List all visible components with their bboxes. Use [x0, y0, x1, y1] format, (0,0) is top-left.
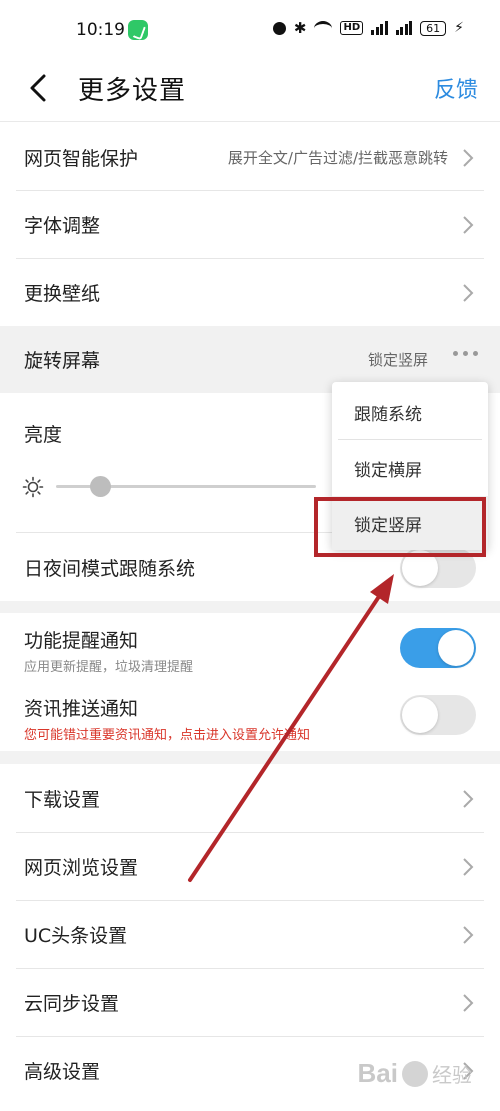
battery-icon: 61 — [420, 20, 447, 36]
page-title: 更多设置 — [78, 76, 187, 106]
feature-notice-toggle[interactable] — [400, 628, 476, 668]
chevron-right-icon — [463, 993, 474, 1012]
row-label: 网页智能保护 — [24, 148, 139, 170]
row-label: UC头条设置 — [24, 925, 128, 947]
font-adjust-row[interactable]: 字体调整 — [0, 191, 500, 258]
wifi-icon — [314, 20, 333, 36]
status-icons: ✱ HD 61 ⚡ — [272, 18, 464, 37]
download-settings-row[interactable]: 下载设置 — [0, 765, 500, 832]
menu-item-label: 跟随系统 — [354, 404, 422, 425]
row-label: 字体调整 — [24, 215, 101, 237]
row-label: 亮度 — [24, 424, 63, 446]
row-label: 日夜间模式跟随系统 — [24, 558, 196, 580]
watermark-text: 经验 — [432, 1063, 472, 1087]
signal-icon — [371, 21, 388, 35]
chevron-right-icon — [463, 789, 474, 808]
web-protection-row[interactable]: 网页智能保护 展开全文/广告过滤/拦截恶意跳转 — [0, 124, 500, 191]
news-push-toggle[interactable] — [400, 695, 476, 735]
cloud-sync-settings-row[interactable]: 云同步设置 — [0, 969, 500, 1036]
chevron-right-icon — [463, 283, 474, 302]
hd-icon: HD — [340, 21, 364, 35]
row-value: 展开全文/广告过滤/拦截恶意跳转 — [227, 149, 448, 167]
alarm-icon — [272, 21, 286, 35]
section-gap — [0, 601, 500, 613]
menu-item-label: 锁定横屏 — [354, 460, 422, 481]
wallpaper-row[interactable]: 更换壁纸 — [0, 259, 500, 326]
row-label: 云同步设置 — [24, 993, 120, 1015]
web-browsing-settings-row[interactable]: 网页浏览设置 — [0, 833, 500, 900]
more-dots-icon[interactable] — [453, 351, 478, 356]
header-divider — [0, 121, 500, 122]
signal-icon — [395, 21, 413, 35]
baidu-watermark: Bai 经验 — [358, 1058, 472, 1089]
section-gap — [0, 751, 500, 764]
feedback-link[interactable]: 反馈 — [434, 72, 478, 104]
baidu-paw-icon — [402, 1060, 428, 1087]
wechat-notification-icon — [128, 20, 148, 40]
row-label: 网页浏览设置 — [24, 857, 139, 879]
uc-headlines-settings-row[interactable]: UC头条设置 — [0, 901, 500, 968]
chevron-right-icon — [463, 857, 474, 876]
menu-item-follow-system[interactable]: 跟随系统 — [332, 384, 488, 440]
notification-warning[interactable]: 您可能错过重要资讯通知，点击进入设置允许通知 — [24, 724, 310, 743]
bluetooth-icon: ✱ — [293, 18, 307, 37]
chevron-right-icon — [463, 148, 474, 167]
status-bar: 10:19 ✱ HD 61 ⚡ — [0, 0, 500, 60]
watermark-logo: Bai — [357, 1058, 398, 1088]
chevron-right-icon — [463, 925, 474, 944]
annotation-highlight-box — [314, 497, 486, 557]
status-time: 10:19 — [76, 20, 125, 40]
brightness-slider-thumb[interactable] — [90, 476, 112, 497]
sun-icon — [22, 476, 44, 498]
row-label: 高级设置 — [24, 1061, 101, 1083]
chevron-right-icon — [463, 215, 474, 234]
row-label: 更换壁纸 — [24, 283, 101, 305]
charging-icon: ⚡ — [454, 20, 464, 36]
row-label: 功能提醒通知 — [24, 630, 139, 652]
menu-item-lock-landscape[interactable]: 锁定横屏 — [332, 440, 488, 496]
row-sublabel: 应用更新提醒，垃圾清理提醒 — [24, 660, 194, 675]
row-label: 下载设置 — [24, 789, 101, 811]
row-value: 锁定竖屏 — [367, 351, 428, 369]
row-label: 旋转屏幕 — [24, 350, 101, 372]
back-icon[interactable] — [24, 68, 54, 108]
header: 更多设置 反馈 — [0, 60, 500, 116]
row-label: 资讯推送通知 — [24, 698, 139, 720]
